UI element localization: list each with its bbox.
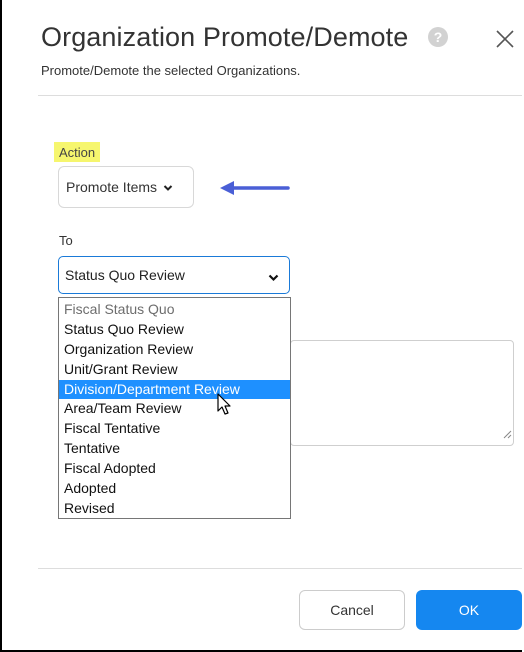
option-revised[interactable]: Revised xyxy=(59,499,290,519)
comment-textarea[interactable] xyxy=(290,340,514,446)
mouse-pointer-icon xyxy=(217,393,233,422)
action-label: Action xyxy=(54,142,101,162)
to-label: To xyxy=(59,233,73,248)
option-unit-grant-review[interactable]: Unit/Grant Review xyxy=(59,360,290,380)
option-fiscal-tentative[interactable]: Fiscal Tentative xyxy=(59,419,290,439)
chevron-down-icon xyxy=(163,179,173,195)
action-select-value: Promote Items xyxy=(66,179,158,195)
footer-divider xyxy=(38,568,522,569)
option-organization-review[interactable]: Organization Review xyxy=(59,340,290,360)
option-tentative[interactable]: Tentative xyxy=(59,439,290,459)
to-select[interactable]: Status Quo Review xyxy=(58,256,290,294)
dialog-title: Organization Promote/Demote xyxy=(41,22,409,52)
option-area-team-review[interactable]: Area/Team Review xyxy=(59,399,290,419)
dialog-subtitle: Promote/Demote the selected Organization… xyxy=(41,63,301,78)
option-fiscal-adopted[interactable]: Fiscal Adopted xyxy=(59,459,290,479)
annotation-arrow-icon xyxy=(220,180,290,201)
action-select[interactable]: Promote Items xyxy=(58,166,194,208)
resize-grip-icon[interactable] xyxy=(502,426,512,444)
header-divider xyxy=(38,95,522,96)
option-fiscal-status-quo: Fiscal Status Quo xyxy=(64,301,175,317)
to-options-list: Fiscal Status Quo Status Quo Review Orga… xyxy=(58,297,291,519)
promote-demote-dialog: Organization Promote/Demote ? Promote/De… xyxy=(0,0,522,652)
option-adopted[interactable]: Adopted xyxy=(59,479,290,499)
cancel-button[interactable]: Cancel xyxy=(299,590,405,630)
option-status-quo-review[interactable]: Status Quo Review xyxy=(59,320,290,340)
option-division-department-review[interactable]: Division/Department Review xyxy=(59,379,290,400)
help-icon[interactable]: ? xyxy=(428,27,448,47)
chevron-down-icon xyxy=(268,269,279,285)
to-select-value: Status Quo Review xyxy=(65,267,185,283)
close-icon[interactable] xyxy=(494,28,516,50)
ok-button[interactable]: OK xyxy=(416,590,522,630)
